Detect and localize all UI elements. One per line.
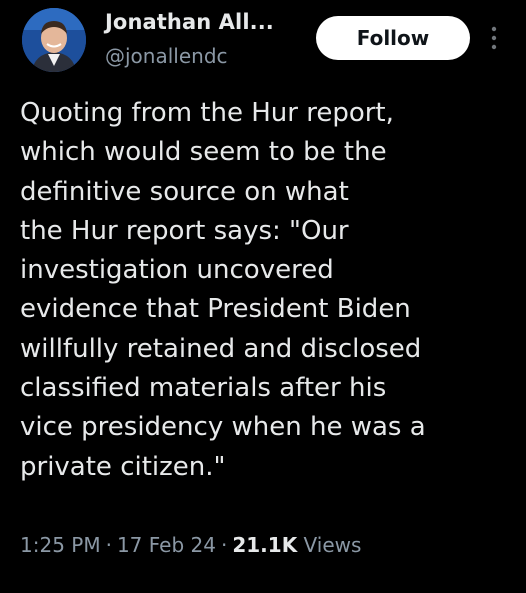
avatar-image <box>22 8 86 72</box>
author-display-name[interactable]: Jonathan All... <box>105 10 274 34</box>
post-meta: 1:25 PM · 17 Feb 24 · 21.1K Views <box>20 533 361 557</box>
meta-separator: · <box>105 533 112 557</box>
views-count[interactable]: 21.1K <box>232 533 297 557</box>
more-vertical-icon[interactable] <box>488 22 500 54</box>
avatar[interactable] <box>22 8 86 72</box>
post-date[interactable]: 17 Feb 24 <box>117 533 216 557</box>
author-handle[interactable]: @jonallendc <box>105 44 228 68</box>
meta-separator: · <box>220 533 228 557</box>
post-header: Jonathan All... @jonallendc Follow <box>22 8 522 78</box>
post-time[interactable]: 1:25 PM <box>20 533 101 557</box>
tweet-text: Quoting from the Hur report, which would… <box>20 98 426 482</box>
post-card: Jonathan All... @jonallendc Follow Quoti… <box>0 0 526 593</box>
follow-button[interactable]: Follow <box>316 16 470 60</box>
views-label[interactable]: Views <box>304 533 362 557</box>
